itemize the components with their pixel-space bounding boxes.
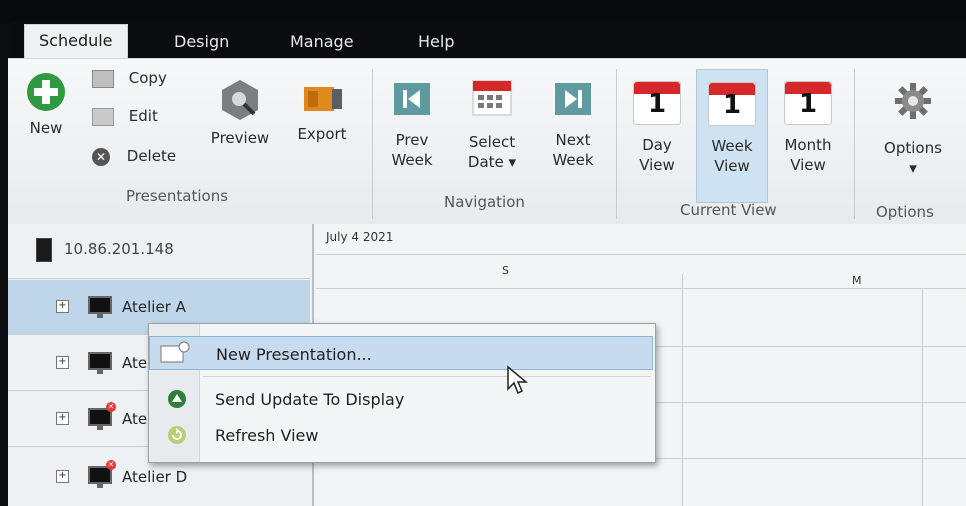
top-strip — [0, 0, 966, 24]
week-view-button[interactable]: 1 Week View — [696, 69, 768, 203]
select-date-label-1: Select — [468, 133, 516, 151]
grid-line — [682, 274, 683, 506]
tree-item-label: Ate — [122, 410, 148, 428]
new-label: New — [29, 119, 63, 137]
next-icon — [555, 83, 591, 115]
tab-manage[interactable]: Manage — [280, 28, 364, 55]
edit-button[interactable]: Edit — [92, 107, 158, 126]
month-calendar-icon: 1 — [784, 81, 832, 125]
expand-toggle[interactable]: + — [56, 470, 69, 483]
tab-help[interactable]: Help — [408, 28, 464, 55]
server-label: 10.86.201.148 — [64, 240, 174, 258]
preview-label: Preview — [210, 129, 270, 147]
export-label: Export — [297, 125, 347, 143]
display-icon — [88, 296, 112, 318]
day-marker: S — [502, 264, 509, 277]
menu-item-new-presentation[interactable]: New Presentation... — [149, 336, 653, 370]
error-badge-icon: ✕ — [106, 402, 116, 412]
separator — [854, 69, 855, 219]
menu-item-label: Send Update To Display — [215, 390, 405, 409]
preview-button[interactable]: Preview — [204, 77, 276, 148]
export-icon — [304, 87, 342, 111]
copy-label: Copy — [128, 69, 167, 87]
day-view-label-1: Day — [642, 136, 672, 154]
send-update-icon — [168, 390, 186, 408]
options-button[interactable]: Options ▾ — [870, 81, 956, 178]
error-badge-icon: ✕ — [106, 460, 116, 470]
menu-item-label: Refresh View — [215, 426, 319, 445]
delete-button[interactable]: ✕ Delete — [92, 147, 176, 166]
menu-separator — [203, 376, 651, 377]
presentations-group-label: Presentations — [126, 187, 229, 205]
ribbon: New Copy Edit ✕ Delete Preview Export Pr… — [8, 58, 966, 225]
mouse-pointer-icon — [507, 365, 528, 395]
display-icon — [88, 352, 112, 374]
week-view-label-1: Week — [711, 137, 753, 155]
expand-toggle[interactable]: + — [56, 356, 69, 369]
week-view-label-2: View — [714, 157, 750, 175]
current-view-group-label: Current View — [680, 201, 777, 219]
edit-label: Edit — [128, 107, 158, 125]
server-row[interactable]: 10.86.201.148 — [8, 224, 310, 279]
next-week-label-2: Week — [552, 151, 594, 169]
month-view-label-2: View — [790, 156, 826, 174]
navigation-group-label: Navigation — [444, 193, 525, 211]
export-button[interactable]: Export — [286, 79, 358, 144]
grid-line — [316, 288, 966, 289]
prev-week-label-2: Week — [391, 151, 433, 169]
prev-week-label-1: Prev — [395, 131, 429, 149]
select-date-label-2: Date ▾ — [467, 153, 517, 171]
day-marker: M — [852, 274, 862, 287]
delete-label: Delete — [126, 147, 177, 165]
delete-icon: ✕ — [92, 147, 110, 166]
server-icon — [36, 238, 52, 262]
menu-item-refresh-view[interactable]: Refresh View — [149, 418, 653, 452]
week-calendar-icon: 1 — [708, 82, 756, 126]
preview-icon — [222, 80, 258, 120]
new-button[interactable]: New — [18, 71, 74, 138]
select-date-button[interactable]: Select Date ▾ — [456, 75, 528, 172]
month-view-button[interactable]: 1 Month View — [772, 75, 844, 175]
refresh-icon — [168, 426, 186, 444]
prev-week-button[interactable]: Prev Week — [382, 81, 442, 170]
next-week-button[interactable]: Next Week — [542, 81, 604, 170]
tree-item-label: Ate — [122, 354, 148, 372]
tree-item-label: Atelier D — [122, 468, 188, 486]
new-presentation-icon — [160, 341, 190, 363]
options-label: Options — [884, 139, 942, 157]
prev-icon — [394, 83, 430, 115]
separator — [616, 69, 617, 219]
month-view-label-1: Month — [784, 136, 832, 154]
copy-icon — [92, 69, 114, 88]
grid-line — [922, 288, 923, 506]
gear-icon — [895, 83, 931, 119]
context-menu: New Presentation... Send Update To Displ… — [148, 323, 656, 463]
separator — [372, 69, 373, 219]
tree-item-label: Atelier A — [122, 298, 186, 316]
copy-button[interactable]: Copy — [92, 69, 167, 88]
edit-icon — [92, 107, 114, 126]
options-arrow: ▾ — [909, 159, 917, 177]
day-view-label-2: View — [639, 156, 675, 174]
grid-line — [316, 254, 966, 255]
day-calendar-icon: 1 — [633, 81, 681, 125]
menu-item-send-update[interactable]: Send Update To Display — [149, 382, 653, 416]
day-view-button[interactable]: 1 Day View — [626, 75, 688, 175]
next-week-label-1: Next — [555, 131, 591, 149]
add-icon — [27, 73, 65, 111]
menu-item-label: New Presentation... — [216, 345, 372, 364]
ribbon-tabs: Schedule Design Manage Help — [10, 22, 966, 67]
date-header: July 4 2021 — [326, 230, 394, 244]
tab-design[interactable]: Design — [164, 28, 239, 55]
expand-toggle[interactable]: + — [56, 300, 69, 313]
options-group-label: Options — [876, 203, 934, 221]
expand-toggle[interactable]: + — [56, 412, 69, 425]
calendar-icon — [472, 80, 512, 116]
